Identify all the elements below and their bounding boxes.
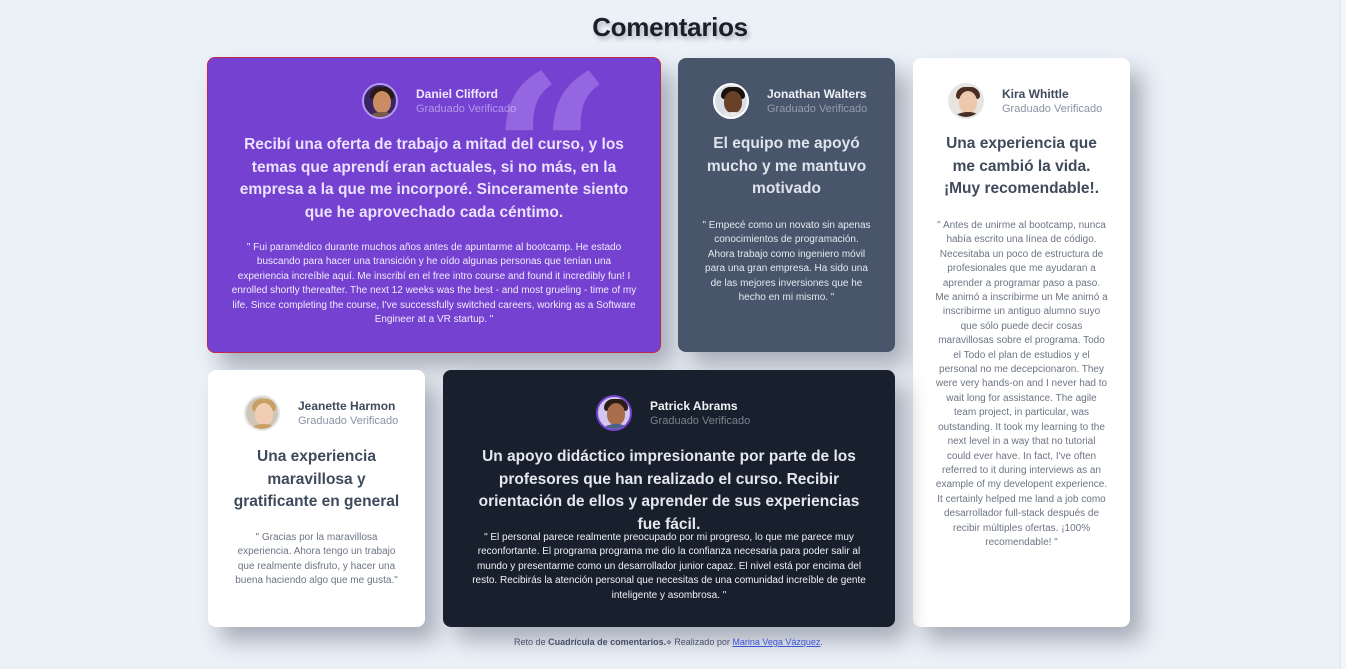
testimonial-headline: Recibí una oferta de trabajo a mitad del… [239, 136, 629, 221]
verified-label: Graduado Verificado [1002, 102, 1103, 115]
avatar [713, 83, 749, 119]
testimonial-header: Jonathan Walters Graduado Verificado [713, 83, 867, 119]
author-name: Kira Whittle [1002, 86, 1069, 101]
testimonial-header: Daniel Clifford Graduado Verificado [362, 83, 516, 119]
testimonial-quote: " Gracias por la maravillosa experiencia… [235, 532, 398, 587]
verified-label: Graduado Verificado [298, 414, 399, 427]
testimonial-quote: " El personal parece realmente preocupad… [472, 532, 866, 601]
attribution-footer: Reto de Cuadrícula de comentarios.⋄ Real… [0, 637, 1337, 648]
author-name: Daniel Clifford [416, 86, 499, 101]
avatar [244, 395, 280, 431]
testimonial-headline: Una experiencia maravillosa y gratifican… [233, 448, 400, 510]
footer-challenge: Cuadrícula de comentarios. [548, 637, 667, 647]
author-link[interactable]: Marina Vega Vázquez [732, 637, 820, 647]
testimonial-card-kira: Kira Whittle Graduado Verificado Una exp… [913, 58, 1130, 627]
page-title: Comentarios [592, 12, 748, 42]
testimonial-card-daniel: “ Daniel Clifford Graduado Verificado Re… [207, 57, 661, 353]
footer-made-by: Realizado por [674, 637, 730, 647]
author-name: Jonathan Walters [767, 86, 867, 101]
footer-separator: ⋄ [666, 637, 672, 647]
testimonial-headline: Una experiencia que me cambió la vida. ¡… [943, 135, 1100, 197]
testimonial-headline: Un apoyo didáctico impresionante por par… [478, 448, 860, 533]
verified-label: Graduado Verificado [650, 414, 751, 427]
author-name: Patrick Abrams [650, 398, 738, 413]
footer-prefix: Reto de [514, 637, 546, 647]
avatar [596, 395, 632, 431]
testimonial-card-patrick: Patrick Abrams Graduado Verificado Un ap… [443, 370, 895, 627]
testimonial-header: Jeanette Harmon Graduado Verificado [244, 395, 398, 431]
verified-label: Graduado Verificado [767, 102, 868, 115]
testimonial-quote: " Empecé como un novato sin apenas conoc… [702, 220, 871, 304]
testimonial-header: Patrick Abrams Graduado Verificado [596, 395, 750, 431]
testimonial-card-jonathan: Jonathan Walters Graduado Verificado El … [678, 58, 895, 352]
testimonial-headline: El equipo me apoyó mucho y me mantuvo mo… [706, 135, 867, 197]
avatar [362, 83, 398, 119]
author-name: Jeanette Harmon [298, 398, 396, 413]
avatar [948, 83, 984, 119]
testimonial-header: Kira Whittle Graduado Verificado [948, 83, 1102, 119]
footer-suffix: . [820, 637, 823, 647]
scrollbar[interactable] [1340, 0, 1346, 669]
testimonial-card-jeanette: Jeanette Harmon Graduado Verificado Una … [208, 370, 425, 627]
verified-label: Graduado Verificado [416, 102, 517, 115]
testimonial-quote: " Antes de unirme al bootcamp, nunca hab… [935, 220, 1108, 548]
testimonial-quote: " Fui paramédico durante muchos años ant… [231, 242, 637, 326]
